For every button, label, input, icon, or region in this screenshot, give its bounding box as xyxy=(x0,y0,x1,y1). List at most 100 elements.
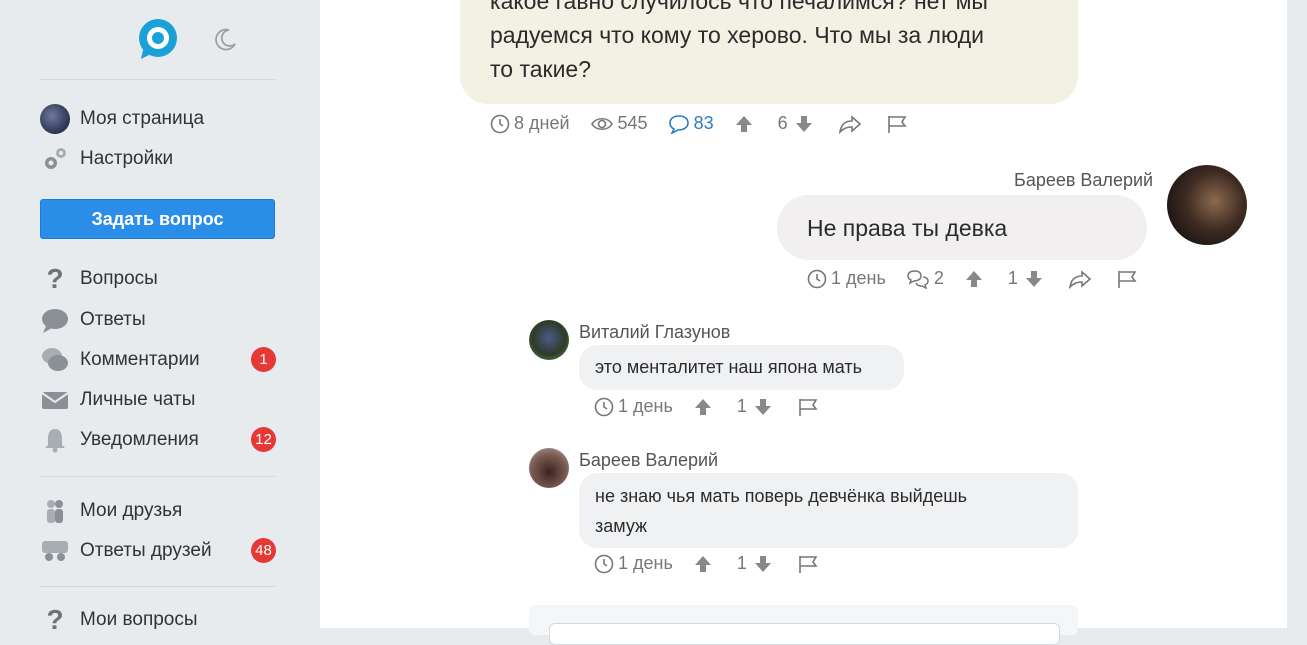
vote-count: 1 xyxy=(736,396,747,416)
friends-answers-count-badge: 48 xyxy=(251,538,276,563)
speech-bubble-icon xyxy=(40,305,70,335)
upvote-button[interactable] xyxy=(693,554,717,574)
arrow-up-icon xyxy=(735,115,752,132)
comment-author[interactable]: Виталий Глазунов xyxy=(579,322,730,343)
question-text-line: радуемся что кому то херово. Что мы за л… xyxy=(490,22,984,48)
replies-count-text: 2 xyxy=(933,268,944,288)
share-icon[interactable] xyxy=(838,114,866,134)
comment-meta: 1 день 1 xyxy=(594,553,843,574)
post-time: 1 день xyxy=(594,396,673,417)
ask-question-button[interactable]: Задать вопрос xyxy=(40,199,275,239)
clock-icon xyxy=(807,269,827,288)
question-icon: ? xyxy=(46,604,64,635)
sidebar-item-answers[interactable]: Ответы xyxy=(40,305,276,335)
share-icon[interactable] xyxy=(1068,269,1096,289)
sidebar-item-questions[interactable]: ? Вопросы xyxy=(40,263,276,294)
friends-icon xyxy=(40,496,70,526)
moon-icon[interactable] xyxy=(214,27,238,51)
sidebar-item-label: Ответы друзей xyxy=(80,540,212,561)
arrow-down-icon xyxy=(795,115,812,132)
upvote-button[interactable] xyxy=(693,397,717,417)
arrow-down-icon xyxy=(754,398,771,415)
post-time-text: 1 день xyxy=(618,396,673,416)
arrow-up-icon xyxy=(694,398,711,415)
arrow-down-icon xyxy=(1025,270,1042,287)
site-logo-icon[interactable] xyxy=(137,18,179,60)
sidebar-item-friends[interactable]: Мои друзья xyxy=(40,496,276,526)
upvote-button[interactable] xyxy=(734,114,758,134)
sidebar-item-label: Уведомления xyxy=(80,429,199,450)
sidebar-item-label: Моя страница xyxy=(80,108,205,129)
reply-meta: 1 день 2 1 xyxy=(807,268,1162,289)
avatar[interactable] xyxy=(529,448,569,488)
downvote-button[interactable] xyxy=(1024,269,1048,289)
upvote-button[interactable] xyxy=(964,269,988,289)
downvote-button[interactable] xyxy=(753,397,777,417)
views-count-text: 545 xyxy=(617,113,648,133)
post-time-text: 8 дней xyxy=(514,113,570,133)
sidebar: Моя страница Настройки Задать вопрос ? В… xyxy=(0,0,320,635)
avatar[interactable] xyxy=(1167,165,1247,245)
reply-bubble: Не права ты девка xyxy=(777,195,1147,260)
comment-text-line: не знаю чья мать поверь девчёнка выйдешь xyxy=(595,486,968,506)
replies-link[interactable]: 2 xyxy=(906,268,944,289)
comment-bubble: не знаю чья мать поверь девчёнка выйдешь… xyxy=(579,473,1078,548)
sidebar-item-comments[interactable]: Комментарии 1 xyxy=(40,345,276,375)
comment-icon xyxy=(668,114,689,134)
clock-icon xyxy=(490,114,510,133)
arrow-up-icon xyxy=(694,555,711,572)
gears-icon xyxy=(40,144,70,174)
comments-link[interactable]: 83 xyxy=(668,113,714,134)
notifications-count-badge: 12 xyxy=(251,427,276,452)
comment-bubble: это менталитет наш япона мать xyxy=(579,345,904,390)
comment-text-line: замуж xyxy=(595,516,648,536)
avatar xyxy=(40,104,70,134)
post-time: 8 дней xyxy=(490,113,570,134)
eye-icon xyxy=(590,117,613,130)
sidebar-item-label: Ответы xyxy=(80,309,146,330)
sidebar-divider xyxy=(40,476,275,477)
question-text-line: какое гавно случилось что печалимся? нет… xyxy=(490,0,988,14)
reply-text: Не права ты девка xyxy=(807,214,1008,241)
sidebar-divider xyxy=(40,586,275,587)
sidebar-item-settings[interactable]: Настройки xyxy=(40,144,276,174)
views-count: 545 xyxy=(590,113,648,134)
comment-author[interactable]: Бареев Валерий xyxy=(579,450,718,471)
sidebar-item-chats[interactable]: Личные чаты xyxy=(40,385,276,415)
downvote-button[interactable] xyxy=(753,554,777,574)
avatar[interactable] xyxy=(529,320,569,360)
vote-count: 6 xyxy=(777,113,788,133)
comment-meta: 1 день 1 xyxy=(594,396,843,417)
sidebar-item-label: Комментарии xyxy=(80,349,200,370)
flag-icon[interactable] xyxy=(797,554,823,574)
comments-count-badge: 1 xyxy=(251,347,276,372)
reply-input[interactable] xyxy=(549,623,1060,645)
question-meta: 8 дней 545 83 6 xyxy=(490,113,932,134)
sidebar-item-my-page[interactable]: Моя страница xyxy=(40,104,276,134)
post-time-text: 1 день xyxy=(618,553,673,573)
flag-icon[interactable] xyxy=(1116,269,1142,289)
post-time-text: 1 день xyxy=(831,268,886,288)
sidebar-item-label: Мои друзья xyxy=(80,500,183,521)
comments-icon xyxy=(40,345,70,375)
arrow-up-icon xyxy=(965,270,982,287)
question-text-line: то такие? xyxy=(490,56,592,82)
downvote-button[interactable] xyxy=(794,114,818,134)
arrow-down-icon xyxy=(754,555,771,572)
comments-count-text: 83 xyxy=(693,113,714,133)
replies-icon xyxy=(907,269,929,289)
sidebar-divider xyxy=(40,79,275,80)
question-icon: ? xyxy=(46,263,64,294)
post-time: 1 день xyxy=(807,268,886,289)
flag-icon[interactable] xyxy=(797,397,823,417)
question-page: какое гавно случилось что печалимся? нет… xyxy=(320,0,1287,645)
sidebar-item-notifications[interactable]: Уведомления 12 xyxy=(40,425,276,455)
post-time: 1 день xyxy=(594,553,673,574)
page-gutter xyxy=(1287,0,1307,628)
question-bubble: какое гавно случилось что печалимся? нет… xyxy=(460,0,1078,104)
reply-author[interactable]: Бареев Валерий xyxy=(1014,170,1153,191)
flag-icon[interactable] xyxy=(886,114,912,134)
sidebar-item-friends-answers[interactable]: Ответы друзей 48 xyxy=(40,536,276,566)
clock-icon xyxy=(594,554,614,573)
sidebar-item-my-questions[interactable]: ? Мои вопросы xyxy=(40,604,276,635)
